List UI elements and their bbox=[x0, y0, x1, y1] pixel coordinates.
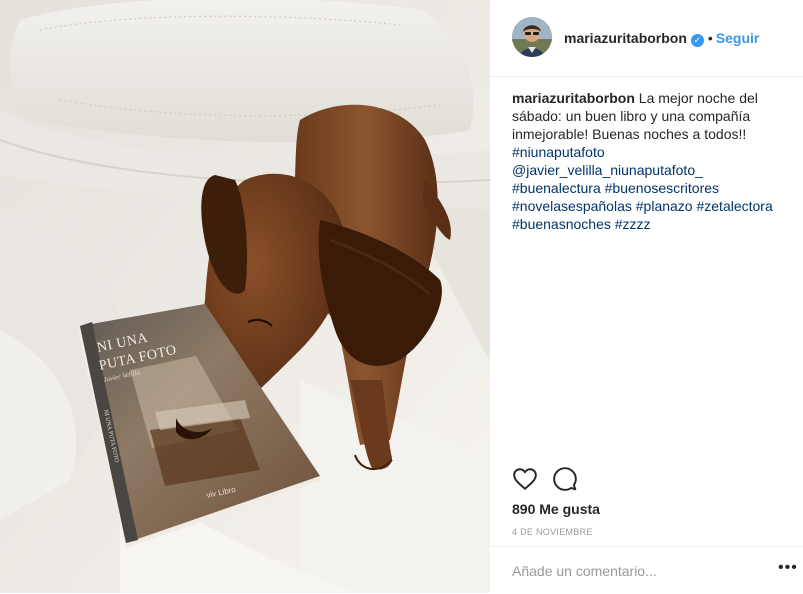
mention[interactable]: @javier_velilla_niunaputafoto_ bbox=[512, 162, 703, 178]
hashtag[interactable]: #buenosescritores bbox=[605, 180, 719, 196]
comment-bubble-icon bbox=[553, 467, 577, 491]
likes-count[interactable]: 890 Me gusta bbox=[512, 501, 600, 517]
caption-author[interactable]: mariazuritaborbon bbox=[512, 90, 635, 106]
hashtag[interactable]: #zetalectora bbox=[696, 198, 772, 214]
comment-input[interactable] bbox=[512, 561, 752, 581]
follow-button[interactable]: Seguir bbox=[716, 30, 760, 46]
hashtag[interactable]: #buenasnoches bbox=[512, 216, 611, 232]
heart-outline-icon bbox=[513, 468, 537, 490]
hashtag[interactable]: #niunaputafoto bbox=[512, 144, 605, 160]
instagram-post: NI UNA PUTA FOTO Javier Velilla viv Libr… bbox=[0, 0, 803, 593]
post-photo[interactable]: NI UNA PUTA FOTO Javier Velilla viv Libr… bbox=[0, 0, 490, 593]
like-button[interactable] bbox=[512, 466, 538, 492]
post-actions bbox=[512, 466, 782, 492]
hashtag[interactable]: #zzzz bbox=[615, 216, 651, 232]
post-header: mariazuritaborbon ✓ • Seguir bbox=[490, 0, 803, 77]
hashtag[interactable]: #planazo bbox=[636, 198, 693, 214]
more-options-icon[interactable]: ••• bbox=[778, 560, 798, 580]
header-username[interactable]: mariazuritaborbon bbox=[564, 30, 687, 46]
separator-dot: • bbox=[707, 30, 713, 46]
hashtag[interactable]: #buenalectura bbox=[512, 180, 601, 196]
avatar-image bbox=[512, 17, 552, 57]
post-caption: mariazuritaborbon La mejor noche del sáb… bbox=[512, 89, 782, 233]
avatar[interactable] bbox=[512, 17, 552, 57]
comment-button[interactable] bbox=[552, 466, 578, 492]
header-user-line: mariazuritaborbon ✓ • Seguir bbox=[564, 29, 759, 47]
post-sidebar: mariazuritaborbon ✓ • Seguir mariazuritabor… bbox=[490, 0, 803, 593]
comment-bar: ••• bbox=[490, 546, 803, 594]
photo-illustration: NI UNA PUTA FOTO Javier Velilla viv Libr… bbox=[0, 0, 490, 593]
hashtag[interactable]: #novelasespañolas bbox=[512, 198, 632, 214]
verified-badge-icon: ✓ bbox=[690, 34, 704, 47]
post-date[interactable]: 4 DE NOVIEMBRE bbox=[512, 527, 593, 537]
